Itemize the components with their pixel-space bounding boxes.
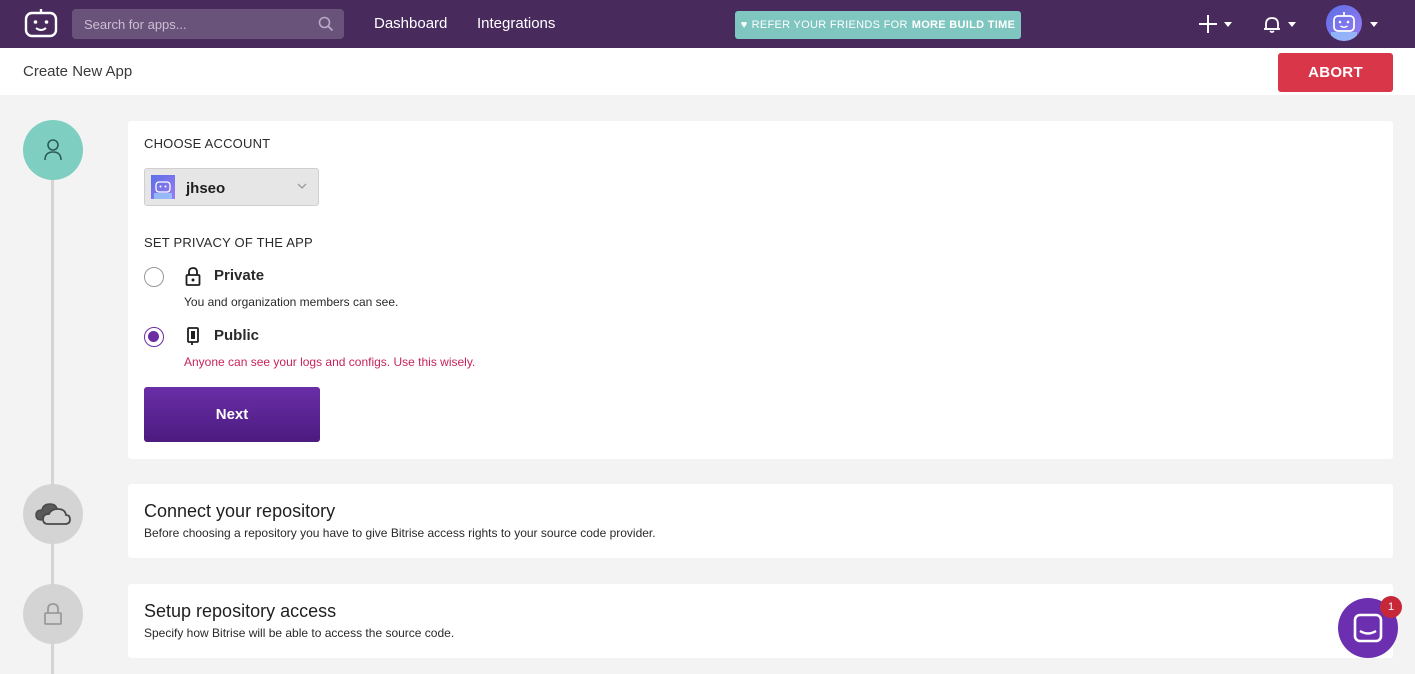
next-button[interactable]: Next [144, 387, 320, 442]
user-icon [44, 139, 62, 161]
bitrise-bot-avatar-icon [1331, 12, 1357, 41]
chevron-down-icon [1224, 21, 1232, 27]
step-repository-indicator [23, 484, 83, 544]
bitrise-logo-icon[interactable] [24, 8, 58, 38]
chat-unread-badge: 1 [1380, 596, 1402, 618]
step-account-indicator [23, 120, 83, 180]
public-option-label[interactable]: Public [214, 327, 259, 344]
notifications-button[interactable] [1262, 12, 1296, 36]
plus-icon [1199, 15, 1217, 33]
refer-text: REFER YOUR FRIENDS FOR [751, 19, 908, 31]
connect-repository-card: Connect your repository Before choosing … [128, 484, 1393, 558]
setup-access-description: Specify how Bitrise will be able to acce… [144, 626, 455, 640]
connect-repository-title: Connect your repository [144, 501, 336, 521]
add-menu-button[interactable] [1198, 12, 1232, 36]
choose-account-card: CHOOSE ACCOUNT jhseo SET PRIVACY OF THE … [128, 121, 1393, 459]
chevron-down-icon [297, 183, 307, 189]
refer-friends-banner[interactable]: ♥ REFER YOUR FRIENDS FOR MORE BUILD TIME [735, 11, 1021, 39]
account-select[interactable]: jhseo [144, 168, 319, 206]
setup-access-card: Setup repository access Specify how Bitr… [128, 584, 1393, 658]
bitrise-bot-avatar-icon [154, 181, 172, 199]
heart-icon: ♥ [740, 19, 748, 31]
unlocked-door-icon [187, 327, 199, 345]
private-option-description: You and organization members can see. [184, 295, 399, 309]
account-avatar [151, 175, 175, 199]
private-option-label[interactable]: Private [214, 267, 264, 284]
page-title: Create New App [23, 63, 133, 80]
bell-icon [1264, 17, 1280, 33]
refer-bold-text: MORE BUILD TIME [911, 19, 1016, 31]
search-icon[interactable] [318, 16, 334, 32]
lock-icon [44, 603, 62, 625]
chevron-down-icon [1288, 21, 1296, 27]
page-header: Create New App [0, 48, 1415, 95]
private-radio[interactable] [144, 267, 164, 287]
choose-account-label: CHOOSE ACCOUNT [144, 136, 271, 151]
setup-access-title: Setup repository access [144, 601, 337, 621]
nav-integrations-link[interactable]: Integrations [477, 15, 555, 32]
lock-icon [185, 267, 201, 286]
search-box [72, 9, 344, 39]
cloud-icon [35, 503, 71, 525]
step-access-indicator [23, 584, 83, 644]
top-navigation-bar: Dashboard Integrations ♥ REFER YOUR FRIE… [0, 0, 1415, 48]
public-radio[interactable] [144, 327, 164, 347]
public-option-warning: Anyone can see your logs and configs. Us… [184, 355, 476, 369]
connect-repository-description: Before choosing a repository you have to… [144, 526, 656, 540]
search-input[interactable] [72, 9, 312, 39]
privacy-label: SET PRIVACY OF THE APP [144, 235, 313, 250]
user-avatar[interactable] [1326, 5, 1362, 41]
abort-button[interactable]: ABORT [1278, 53, 1393, 92]
account-name: jhseo [186, 180, 226, 197]
nav-dashboard-link[interactable]: Dashboard [374, 15, 447, 32]
user-menu-chevron-icon[interactable] [1370, 22, 1378, 27]
